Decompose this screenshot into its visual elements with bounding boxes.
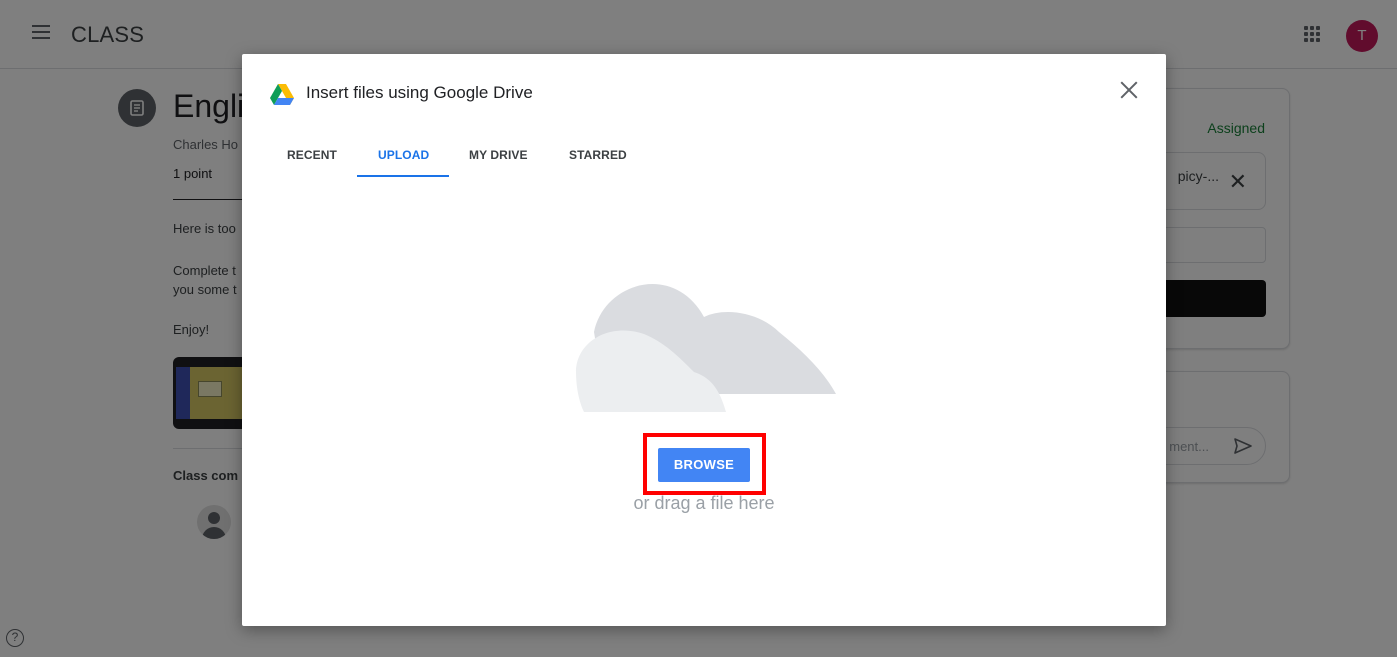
- active-tab-indicator: [357, 175, 449, 177]
- google-drive-logo-icon: [270, 84, 294, 105]
- tab-recent[interactable]: RECENT: [287, 148, 337, 162]
- browse-button[interactable]: BROWSE: [658, 448, 750, 482]
- tab-starred[interactable]: STARRED: [569, 148, 627, 162]
- drive-picker-dialog: Insert files using Google Drive RECENT U…: [242, 54, 1166, 626]
- dialog-title: Insert files using Google Drive: [306, 83, 533, 102]
- close-icon[interactable]: [1120, 81, 1138, 99]
- tab-upload[interactable]: UPLOAD: [378, 148, 429, 162]
- drag-drop-hint: or drag a file here: [633, 493, 775, 513]
- upload-cloud-icon: [576, 284, 836, 412]
- tab-my-drive[interactable]: MY DRIVE: [469, 148, 528, 162]
